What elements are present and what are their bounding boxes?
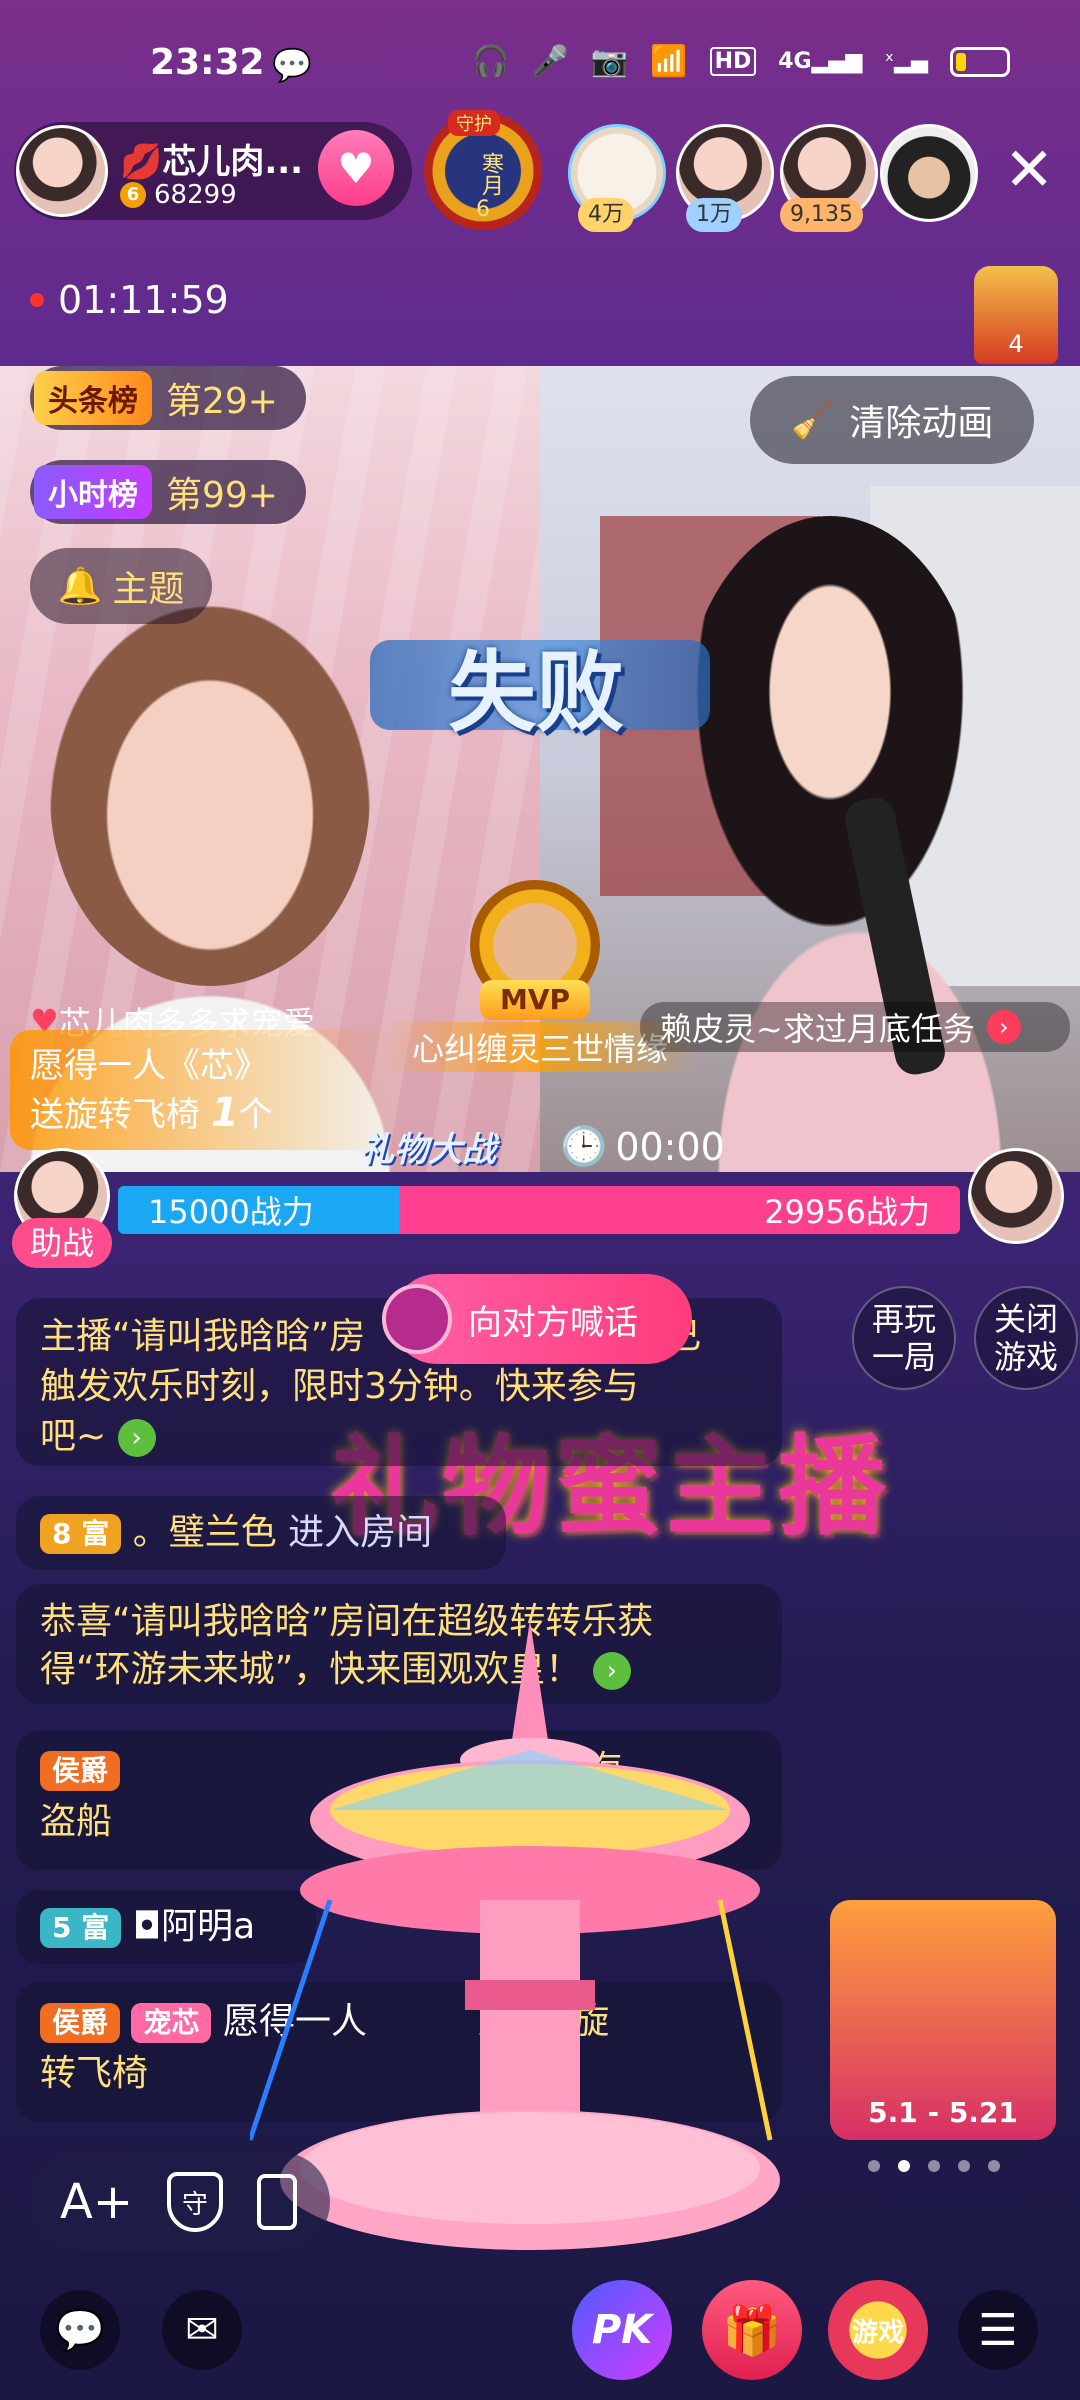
- viewer-count-1: 4万: [578, 198, 634, 232]
- game-button[interactable]: 游戏: [828, 2280, 928, 2380]
- heart-icon: ♥: [337, 143, 375, 193]
- hourly-rank-pill[interactable]: 小时榜 第99+: [30, 460, 306, 524]
- gift-icon[interactable]: 🎁: [702, 2280, 802, 2380]
- follow-heart-button[interactable]: ♥: [318, 130, 394, 206]
- replay-game-button[interactable]: 再玩 一局: [852, 1286, 956, 1390]
- megaphone-icon: [382, 1284, 452, 1354]
- shout-button-label: 向对方喊话: [468, 1302, 638, 1343]
- gift-notice: 愿得一人《芯》 送旋转飞椅 1个: [10, 1030, 400, 1150]
- mic-icon: 🎤: [531, 44, 569, 79]
- headline-rank-value: 第29+: [166, 381, 278, 422]
- battle-timer: 🕒 00:00: [560, 1124, 725, 1169]
- clear-animation-button[interactable]: 🧹 清除动画: [750, 376, 1034, 464]
- left-anchor-face: [50, 606, 370, 986]
- promo-page-dots: [868, 2160, 1000, 2172]
- rich-level-badge: 8 富: [40, 1514, 122, 1554]
- wifi-icon: 📶: [650, 44, 688, 79]
- font-size-button[interactable]: A+: [60, 2174, 133, 2230]
- status-icons: 🎧 🎤 📷 📶 HD 4G▂▄▆ ˣ▂▄: [472, 44, 1010, 79]
- live-timer: 01:11:59: [30, 278, 229, 322]
- battle-title: 礼物大战: [360, 1130, 496, 1170]
- bell-icon: 🔔: [57, 566, 103, 607]
- right-battle-avatar[interactable]: [968, 1148, 1064, 1244]
- chat-enter-message: 8 富 。璧兰色 进入房间: [16, 1496, 506, 1570]
- marquis-badge: 侯爵: [40, 1751, 121, 1791]
- viewer-avatar-4[interactable]: [880, 124, 978, 222]
- 4g-signal-icon: 4G▂▄▆: [778, 49, 863, 74]
- flying-chair-gift-animation: [250, 1620, 780, 2250]
- headline-rank-pill[interactable]: 头条榜 第29+: [30, 366, 306, 430]
- page-dot: [868, 2160, 880, 2172]
- marquis-badge-2: 侯爵: [40, 2003, 121, 2043]
- right-anchor-title[interactable]: 赖皮灵~求过月底任务 ›: [640, 1002, 1070, 1052]
- live-timer-value: 01:11:59: [58, 278, 229, 322]
- right-power: 29956战力: [398, 1186, 960, 1234]
- menu-icon[interactable]: ☰: [958, 2290, 1038, 2370]
- lips-icon: 💋: [120, 142, 163, 182]
- gift-notice-line2: 送旋转飞椅 1个: [30, 1090, 273, 1136]
- host-followers: 6 68299: [120, 180, 237, 210]
- recording-dot-icon: [30, 293, 44, 307]
- theme-button[interactable]: 🔔 主题: [30, 548, 212, 624]
- close-game-button[interactable]: 关闭 游戏: [974, 1286, 1078, 1390]
- guard-badge-label: 守护: [448, 110, 500, 136]
- gift-notice-line1: 愿得一人《芯》: [30, 1046, 268, 1086]
- chat-bubble-icon[interactable]: 💬: [40, 2290, 120, 2370]
- result-banner: 失败: [386, 610, 686, 760]
- theme-button-label: 主题: [112, 569, 185, 610]
- rich-level-badge-2: 5 富: [40, 1908, 122, 1948]
- clear-animation-label: 清除动画: [849, 403, 994, 444]
- status-bar: 23:32 💬 🎧 🎤 📷 📶 HD 4G▂▄▆ ˣ▂▄: [0, 0, 1080, 120]
- headset-icon: 🎧: [472, 44, 510, 79]
- page-dot: [928, 2160, 940, 2172]
- mail-icon[interactable]: ✉: [162, 2290, 242, 2370]
- guard-shield-icon[interactable]: 守: [167, 2172, 224, 2232]
- page-dot-active: [898, 2160, 910, 2172]
- assist-button[interactable]: 助战: [12, 1218, 112, 1268]
- broom-icon: 🧹: [790, 400, 836, 441]
- battle-timer-value: 00:00: [615, 1124, 725, 1169]
- fan-badge: 宠芯: [131, 2003, 212, 2043]
- status-time: 23:32: [150, 42, 265, 83]
- chair-badge-count: 4: [1008, 330, 1024, 358]
- clipboard-icon[interactable]: [257, 2174, 298, 2230]
- battery-icon: [950, 46, 1010, 77]
- bottom-bar: 💬 ✉ PK 🎁 游戏 ☰: [0, 2260, 1080, 2400]
- left-power: 15000战力: [118, 1186, 399, 1234]
- fan-level-icon: 6: [120, 182, 146, 208]
- chevron-right-icon: ›: [986, 1010, 1021, 1044]
- mvp-badge[interactable]: MVP: [440, 880, 630, 1040]
- guard-badge-name: 寒月: [478, 152, 503, 196]
- guard-badge-level: 6: [476, 197, 490, 222]
- hd-icon: HD: [709, 47, 757, 76]
- host-follower-count: 68299: [154, 180, 237, 210]
- mvp-label: MVP: [480, 980, 590, 1020]
- page-dot: [988, 2160, 1000, 2172]
- go-arrow-icon[interactable]: ›: [117, 1419, 156, 1457]
- host-avatar[interactable]: [16, 125, 108, 217]
- power-bar: 15000战力 29956战力: [118, 1186, 960, 1234]
- pk-button[interactable]: PK: [572, 2280, 672, 2380]
- chair-activity-badge[interactable]: 4: [974, 266, 1058, 364]
- viewer-count-3: 9,135: [780, 198, 863, 232]
- camera-icon: 📷: [590, 44, 629, 79]
- wechat-icon: 💬: [272, 46, 312, 84]
- headline-rank-tag: 头条榜: [34, 371, 152, 425]
- promo-dates: 5.1 - 5.21: [868, 2096, 1018, 2129]
- host-name: 💋芯儿肉...: [120, 142, 304, 182]
- tool-row: A+ 守: [30, 2152, 330, 2252]
- shout-to-opponent-button[interactable]: 向对方喊话: [382, 1274, 692, 1364]
- signal-x-icon: ˣ▂▄: [884, 49, 928, 74]
- close-icon[interactable]: ✕: [1004, 140, 1054, 200]
- hourly-rank-tag: 小时榜: [34, 465, 152, 519]
- hourly-rank-value: 第99+: [166, 475, 278, 516]
- page-dot: [958, 2160, 970, 2172]
- clock-icon: 🕒: [560, 1124, 608, 1168]
- result-text: 失败: [447, 640, 624, 744]
- viewer-count-2: 1万: [686, 198, 742, 232]
